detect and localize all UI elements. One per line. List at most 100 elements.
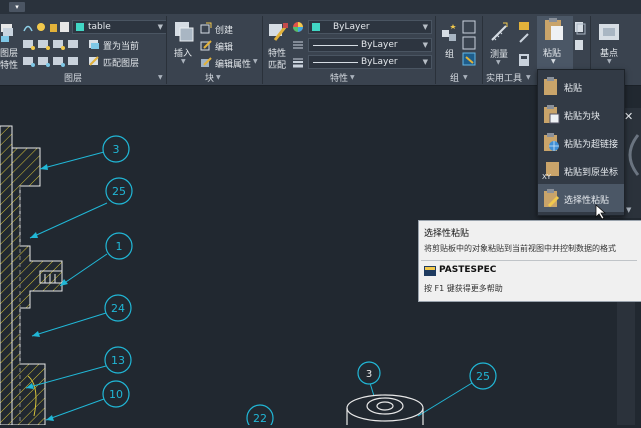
layer-tool-icons-row1[interactable] (22, 37, 87, 51)
insert-block-icon[interactable] (173, 20, 195, 44)
chevron-down-icon: ▼ (422, 41, 428, 49)
quick-access-menu-button[interactable]: ▾ (9, 2, 25, 12)
utilities-group-label[interactable]: 实用工具 (486, 71, 522, 84)
layer-properties-icon[interactable] (0, 22, 14, 44)
match-layer-icon[interactable] (88, 55, 100, 67)
linetype-combo[interactable]: ByLayer ▼ (308, 38, 432, 52)
separator (166, 16, 167, 84)
utility-tools-icons[interactable] (517, 20, 531, 70)
match-properties-icon[interactable] (267, 20, 289, 44)
layer-combo-value: table (88, 22, 111, 32)
separator (482, 16, 483, 84)
base-point-icon[interactable] (597, 20, 621, 44)
tooltip-title: 选择性粘贴 (424, 229, 470, 239)
balloon: 22 (246, 404, 274, 425)
balloon: 3 (102, 135, 130, 163)
layer-state-icons[interactable] (22, 20, 72, 34)
measure-dropdown[interactable]: ▼ (496, 59, 501, 66)
balloon: 3 (357, 361, 381, 385)
tooltip-divider (421, 260, 637, 261)
layers-group-expand-icon[interactable]: ▼ (158, 74, 163, 81)
match-properties-label-2[interactable]: 匹配 (268, 58, 286, 71)
color-combo-value: ByLayer (333, 22, 370, 32)
base-point-dropdown[interactable]: ▼ (607, 58, 612, 65)
edit-attributes-dropdown[interactable]: ▼ (253, 58, 258, 65)
mouse-cursor-icon (595, 204, 607, 220)
edit-block-label[interactable]: 编辑 (215, 40, 233, 53)
balloon-label: 25 (112, 185, 126, 198)
group-tools-icons[interactable] (461, 19, 479, 69)
block-group-expand-icon[interactable]: ▼ (216, 74, 221, 81)
clipboard-globe-icon (542, 132, 560, 152)
balloon-label: 25 (476, 370, 490, 383)
close-icon[interactable]: ✕ (624, 110, 633, 123)
title-bar: ▾ (0, 0, 641, 14)
color-combo[interactable]: ByLayer ▼ (308, 20, 432, 34)
navigation-scroll-track[interactable] (617, 300, 635, 425)
clipboard-xy-icon: XY (542, 160, 560, 181)
clipboard-block-icon (542, 104, 560, 124)
menu-item-paste-special[interactable]: 选择性粘贴 (538, 184, 624, 212)
block-group-label[interactable]: 块 (205, 71, 214, 84)
balloon: 25 (105, 177, 133, 205)
measure-icon[interactable] (489, 20, 509, 44)
edit-attributes-icon[interactable] (200, 56, 212, 68)
copy-icon[interactable] (574, 20, 586, 52)
layer-properties-label-2: 特性 (0, 61, 19, 71)
paste-dropdown-menu: 粘贴 粘贴为块 粘贴为超链接 XY 粘贴到原坐标 选择性粘贴 (537, 69, 625, 216)
match-layer-label[interactable]: 匹配图层 (103, 56, 139, 69)
utilities-group-expand-icon[interactable]: ▼ (526, 74, 531, 81)
balloon-label: 3 (366, 369, 372, 380)
edit-attributes-label[interactable]: 编辑属性 (215, 57, 251, 70)
balloon: 10 (102, 380, 130, 408)
separator (435, 16, 436, 84)
balloon-label: 13 (111, 354, 125, 367)
balloon: 25 (469, 362, 497, 390)
tooltip-help: 按 F1 键获得更多帮助 (424, 284, 503, 293)
layer-tool-icons-row2[interactable] (22, 54, 87, 68)
properties-group-expand-icon[interactable]: ▼ (350, 74, 355, 81)
balloon-label: 24 (111, 302, 125, 315)
group-icon[interactable] (441, 22, 459, 44)
color-wheel-icon (292, 21, 304, 33)
linetype-icon (292, 39, 304, 51)
menu-item-paste-as-block[interactable]: 粘贴为块 (538, 100, 624, 128)
groups-group-label[interactable]: 组 (450, 71, 459, 84)
paste-dropdown-icon[interactable]: ▼ (551, 58, 556, 65)
separator (262, 16, 263, 84)
chevron-down-icon: ▼ (422, 23, 428, 31)
balloon-label: 10 (109, 388, 123, 401)
menu-item-paste-as-hyperlink[interactable]: 粘贴为超链接 (538, 128, 624, 156)
tooltip-description: 将剪贴板中的对象粘贴到当前视图中并控制数据的格式 (424, 244, 616, 253)
groups-group-expand-icon[interactable]: ▼ (463, 74, 468, 81)
layers-group-label[interactable]: 图层 (64, 71, 82, 84)
create-block-icon[interactable] (200, 22, 212, 34)
balloon-label: 22 (253, 412, 267, 425)
set-current-layer-label[interactable]: 置为当前 (103, 39, 139, 52)
menu-item-paste[interactable]: 粘贴 (538, 72, 624, 100)
menu-item-label: 粘贴为超链接 (564, 140, 619, 150)
properties-group-label[interactable]: 特性 (330, 71, 348, 84)
chevron-down-icon: ▼ (422, 58, 428, 66)
menu-item-label: 粘贴 (564, 84, 583, 94)
clipboard-icon (542, 76, 560, 96)
insert-block-dropdown[interactable]: ▼ (181, 58, 186, 65)
linetype-combo-value: ByLayer (361, 40, 398, 50)
layer-combo[interactable]: table ▼ (72, 20, 167, 34)
balloon-label: 1 (116, 240, 123, 253)
balloon-label: 3 (113, 143, 120, 156)
lineweight-icon (292, 56, 304, 68)
edit-block-icon[interactable] (200, 39, 212, 51)
clipboard-pencil-icon (542, 188, 560, 208)
tooltip: 选择性粘贴 将剪贴板中的对象粘贴到当前视图中并控制数据的格式 PASTESPEC… (418, 220, 641, 302)
lineweight-combo[interactable]: ByLayer ▼ (308, 55, 432, 69)
svg-text:XY: XY (542, 173, 552, 180)
menu-item-paste-to-original-coordinates[interactable]: XY 粘贴到原坐标 (538, 156, 624, 184)
nav-dropdown-icon[interactable]: ▼ (626, 206, 631, 214)
balloon: 1 (105, 232, 133, 260)
create-block-label[interactable]: 创建 (215, 23, 233, 36)
group-tool-label[interactable]: 组 (445, 47, 454, 60)
balloon: 13 (104, 346, 132, 374)
lineweight-combo-value: ByLayer (361, 57, 398, 67)
set-current-layer-icon[interactable] (88, 38, 100, 50)
